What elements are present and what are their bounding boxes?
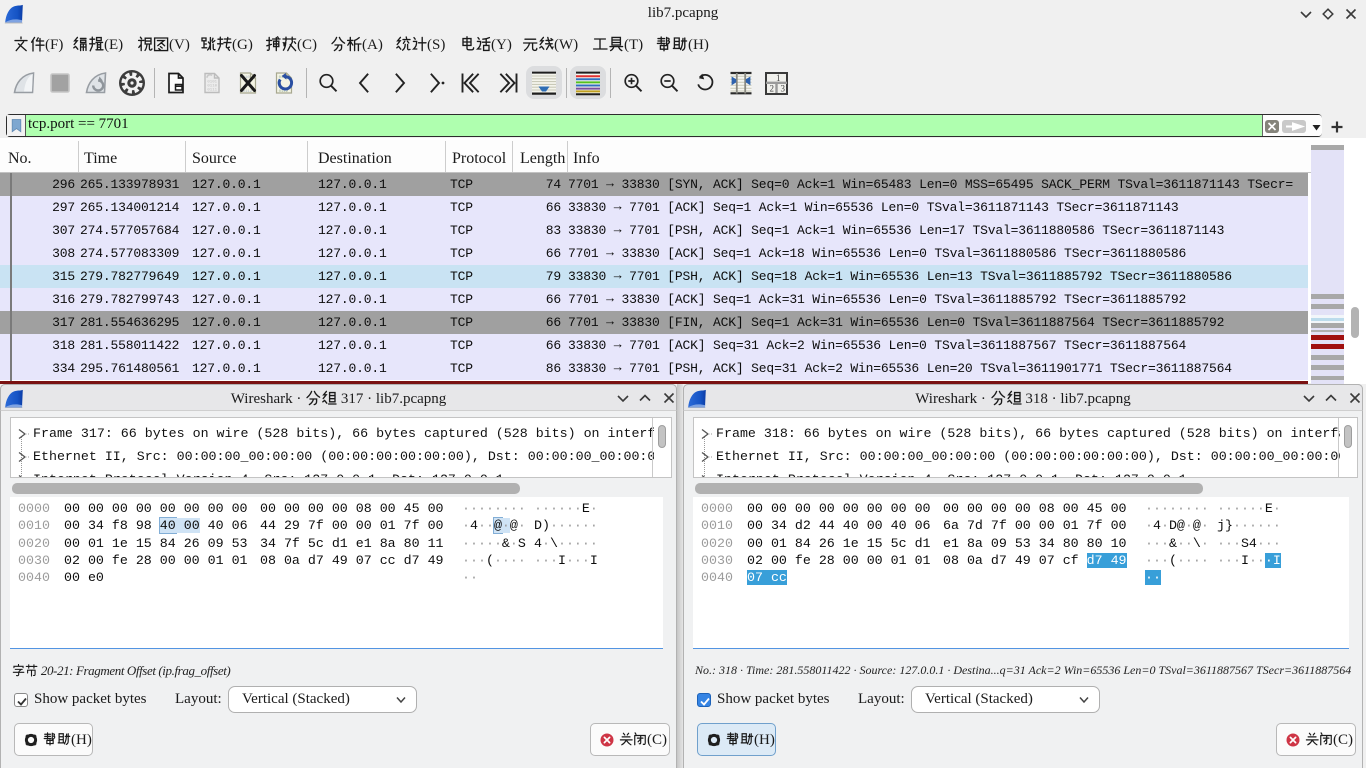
svg-text:2: 2 <box>769 83 774 93</box>
svg-text:1: 1 <box>776 72 781 82</box>
svg-text:0112: 0112 <box>279 90 289 94</box>
svg-text:0112: 0112 <box>243 90 253 94</box>
svg-text:3: 3 <box>780 83 785 93</box>
svg-text:0111: 0111 <box>207 88 217 92</box>
